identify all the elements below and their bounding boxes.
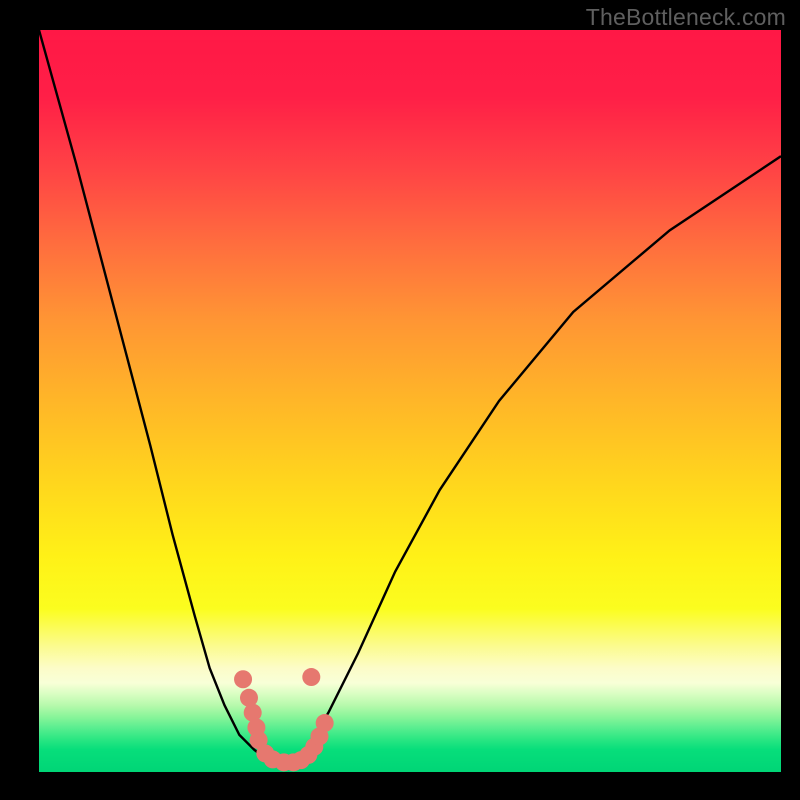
chart-plot-area — [39, 30, 781, 772]
scatter-dots — [234, 668, 334, 771]
scatter-dot — [234, 670, 252, 688]
watermark-text: TheBottleneck.com — [586, 4, 786, 31]
curve-layer — [39, 30, 781, 765]
left-curve — [39, 30, 284, 765]
right-curve — [284, 156, 781, 764]
scatter-dot — [302, 668, 320, 686]
scatter-dot — [316, 714, 334, 732]
chart-frame: TheBottleneck.com — [0, 0, 800, 800]
chart-svg — [39, 30, 781, 772]
